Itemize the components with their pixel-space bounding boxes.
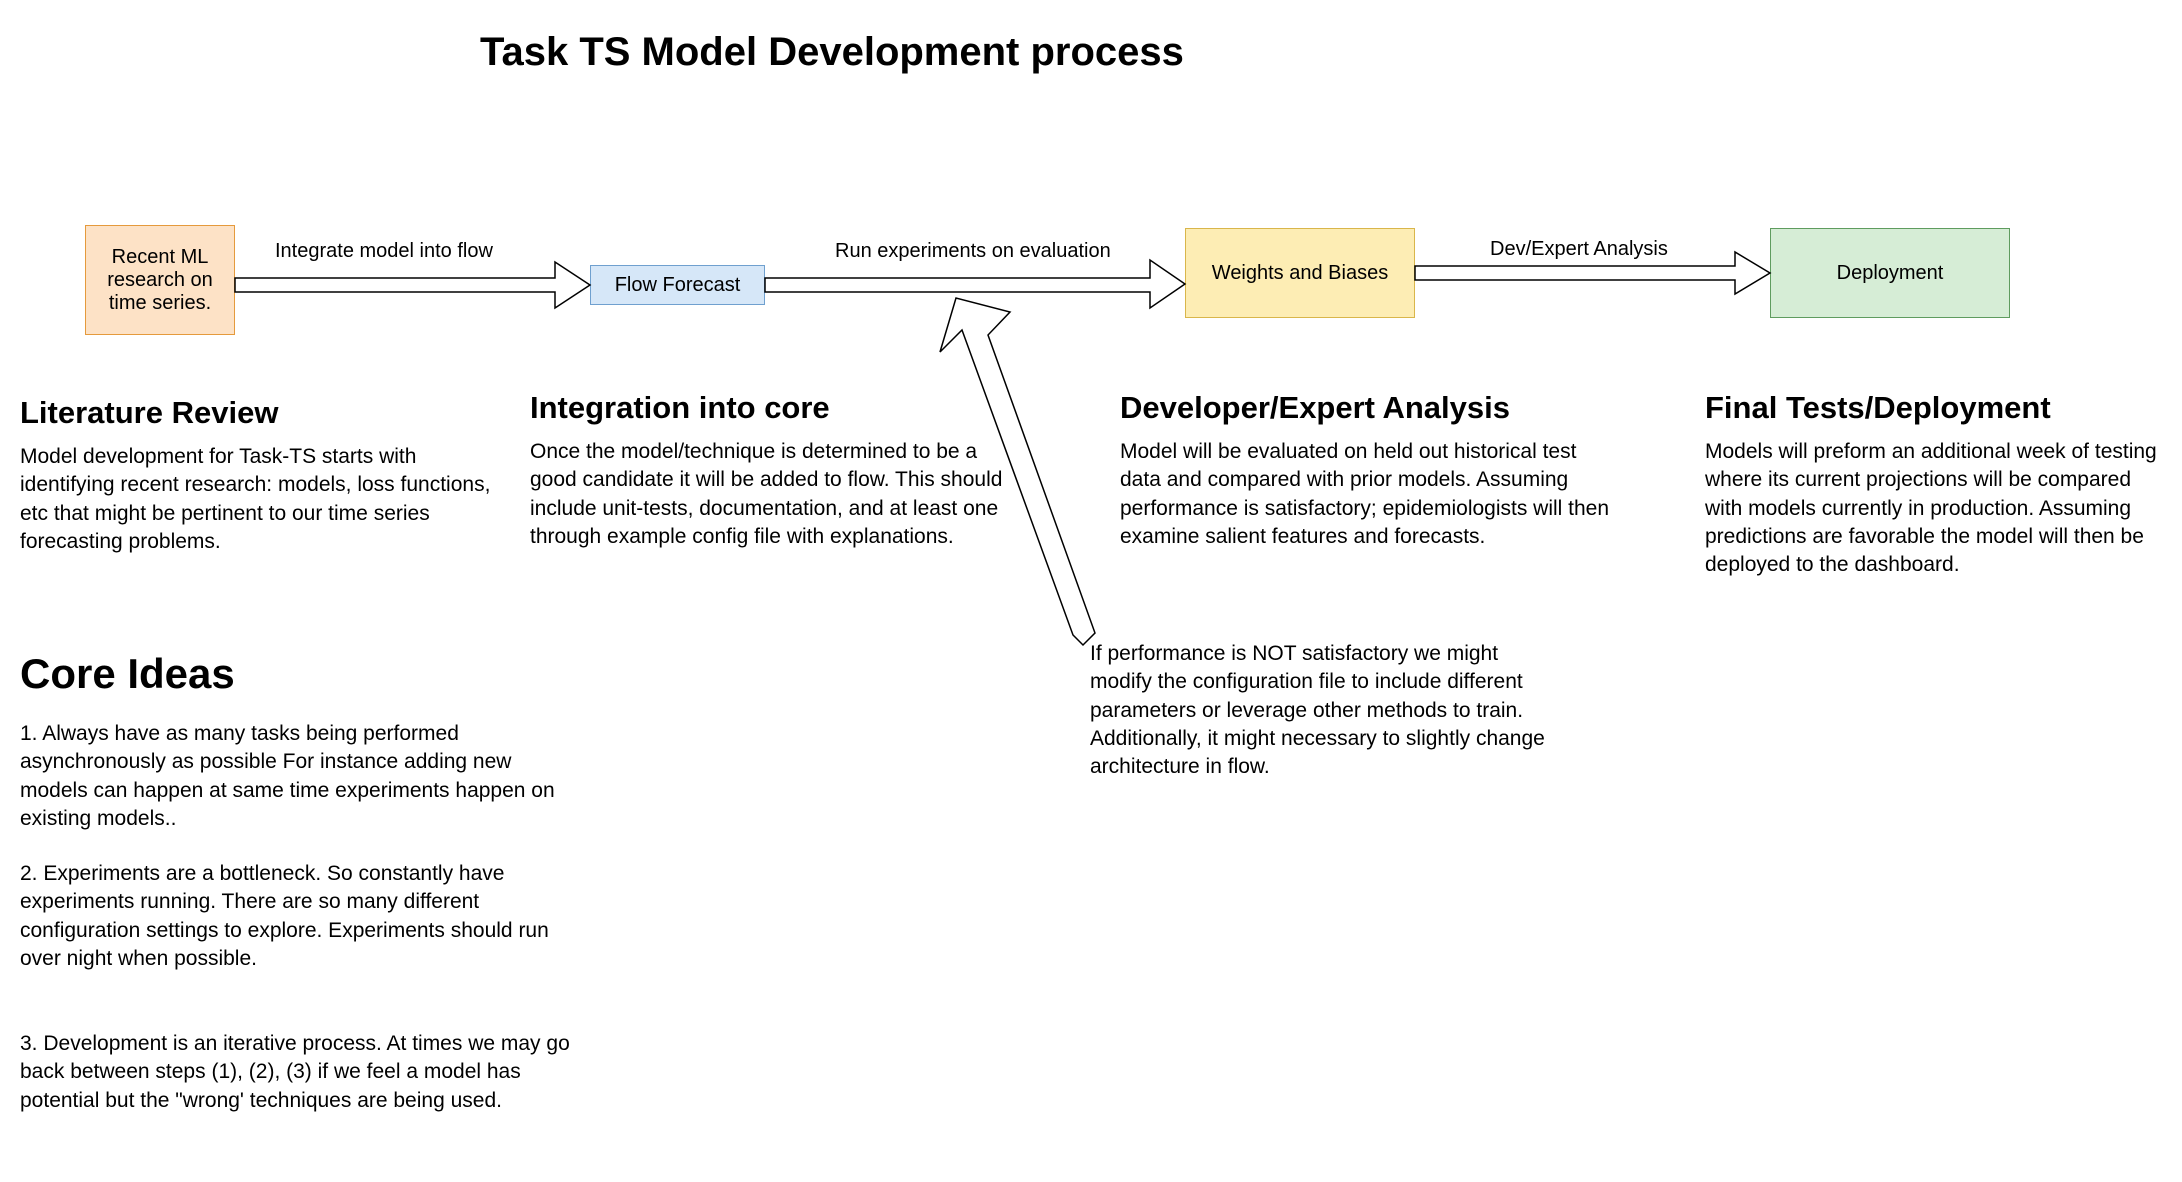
- body-literature-review: Model development for Task-TS starts wit…: [20, 443, 510, 556]
- node-label: Deployment: [1837, 262, 1944, 285]
- heading-dev-analysis: Developer/Expert Analysis: [1120, 390, 1510, 426]
- body-integration: Once the model/technique is determined t…: [530, 438, 1010, 551]
- heading-core-ideas: Core Ideas: [20, 650, 235, 698]
- arrow-integrate-icon: [235, 262, 590, 308]
- node-label: Weights and Biases: [1212, 262, 1388, 285]
- arrow-experiments-icon: [765, 260, 1185, 308]
- arrow-label-dev-analysis: Dev/Expert Analysis: [1490, 238, 1668, 261]
- arrow-label-integrate: Integrate model into flow: [275, 240, 493, 263]
- core-idea-3: 3. Development is an iterative process. …: [20, 1030, 580, 1115]
- diagram-canvas: Task TS Model Development process Recent…: [0, 0, 2182, 1182]
- heading-final-deploy: Final Tests/Deployment: [1705, 390, 2051, 426]
- diagram-title: Task TS Model Development process: [480, 30, 1184, 75]
- node-flow-forecast: Flow Forecast: [590, 265, 765, 305]
- body-final-deploy: Models will preform an additional week o…: [1705, 438, 2165, 580]
- heading-integration: Integration into core: [530, 390, 830, 426]
- feedback-note: If performance is NOT satisfactory we mi…: [1090, 640, 1560, 782]
- node-recent-ml-research: Recent ML research on time series.: [85, 225, 235, 335]
- body-dev-analysis: Model will be evaluated on held out hist…: [1120, 438, 1610, 551]
- core-idea-2: 2. Experiments are a bottleneck. So cons…: [20, 860, 580, 973]
- arrows-layer: [0, 0, 2182, 1182]
- node-weights-and-biases: Weights and Biases: [1185, 228, 1415, 318]
- core-idea-1: 1. Always have as many tasks being perfo…: [20, 720, 580, 833]
- heading-literature-review: Literature Review: [20, 395, 278, 431]
- arrow-label-experiments: Run experiments on evaluation: [835, 240, 1111, 263]
- node-deployment: Deployment: [1770, 228, 2010, 318]
- node-label: Flow Forecast: [615, 274, 741, 297]
- node-label: Recent ML research on time series.: [92, 246, 228, 315]
